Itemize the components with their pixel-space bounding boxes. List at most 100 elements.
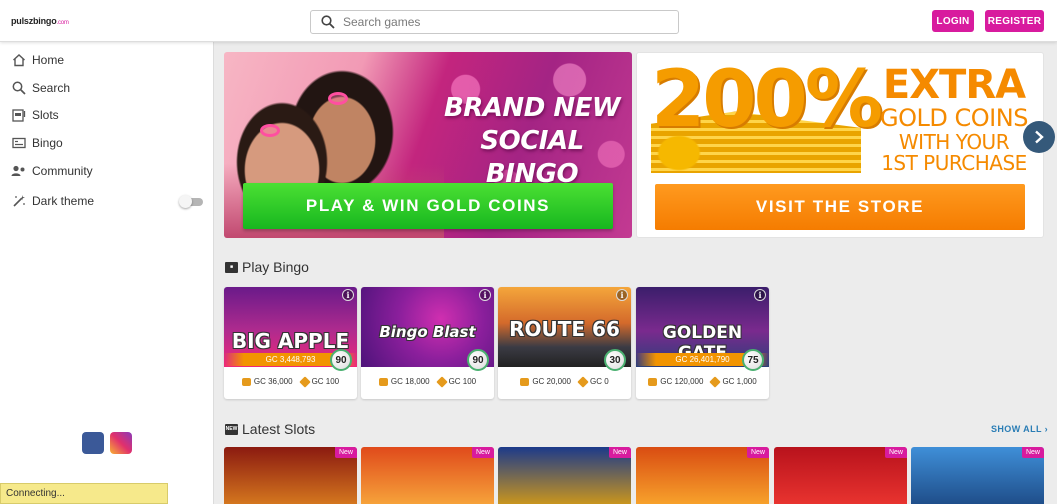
search-input[interactable] bbox=[343, 15, 643, 29]
chevron-right-icon bbox=[1035, 130, 1044, 144]
new-badge: New bbox=[746, 447, 769, 458]
sunglasses-art bbox=[328, 92, 348, 105]
sidebar-item-label: Community bbox=[32, 164, 93, 178]
new-badge: New bbox=[334, 447, 357, 458]
slot-game-card[interactable]: New bbox=[636, 447, 769, 504]
coins-icon bbox=[241, 377, 251, 386]
sidebar-item-community[interactable]: Community bbox=[11, 161, 93, 181]
sidebar-item-dark-theme: Dark theme bbox=[11, 191, 94, 211]
bingo-card-icon bbox=[11, 136, 26, 151]
search-box[interactable] bbox=[310, 10, 679, 34]
show-all-label: SHOW ALL bbox=[991, 424, 1042, 434]
promo-offer-text: EXTRA GOLD COINS WITH YOUR 1ST PURCHASE bbox=[869, 65, 1039, 173]
ball-count-badge: 90 bbox=[330, 349, 352, 371]
room-meta: GC 20,000 GC 0 bbox=[498, 375, 631, 388]
promo-banner-gold-coins[interactable]: 200% EXTRA GOLD COINS WITH YOUR 1ST PURC… bbox=[636, 52, 1044, 238]
sidebar-item-label: Search bbox=[32, 81, 71, 95]
sunglasses-art bbox=[260, 124, 280, 137]
magic-wand-icon bbox=[11, 194, 26, 209]
slot-game-card[interactable]: New bbox=[224, 447, 357, 504]
slot-game-card[interactable]: New bbox=[498, 447, 631, 504]
sidebar-item-label: Bingo bbox=[32, 136, 63, 150]
promo-banner-social-bingo[interactable]: BRAND NEW SOCIAL BINGO PLAY & WIN GOLD C… bbox=[224, 52, 632, 238]
info-icon[interactable]: i bbox=[479, 289, 491, 301]
ball-count-badge: 75 bbox=[742, 349, 764, 371]
sidebar-item-label: Dark theme bbox=[32, 194, 95, 208]
sidebar-item-label: Slots bbox=[32, 108, 59, 122]
facebook-icon[interactable] bbox=[82, 432, 104, 454]
bingo-ticket-icon: ■ bbox=[225, 261, 238, 273]
coins-icon bbox=[648, 377, 658, 386]
section-title-text: Play Bingo bbox=[242, 259, 309, 275]
play-bingo-heading: ■ Play Bingo bbox=[225, 259, 309, 275]
info-icon[interactable]: i bbox=[342, 289, 354, 301]
sidebar: Home Search Slots Bingo Community Dark t… bbox=[0, 42, 214, 504]
room-title: ROUTE 66 bbox=[509, 317, 620, 341]
offer-line: GOLD COINS bbox=[880, 104, 1028, 132]
logo-suffix: .com bbox=[56, 20, 69, 26]
search-icon bbox=[11, 81, 26, 96]
room-ticket-price: GC 100 bbox=[448, 377, 477, 386]
room-ticket-price: GC 1,000 bbox=[722, 377, 757, 386]
room-ticket-price: GC 100 bbox=[311, 377, 340, 386]
slot-game-card[interactable]: New bbox=[361, 447, 494, 504]
new-badge-icon: NEW bbox=[225, 423, 238, 435]
promo-headline: BRAND NEW SOCIAL BINGO bbox=[434, 92, 630, 191]
toggle-knob bbox=[179, 195, 192, 208]
home-icon bbox=[11, 53, 26, 68]
dark-theme-toggle[interactable] bbox=[179, 195, 203, 208]
room-meta: GC 120,000 GC 1,000 bbox=[636, 375, 769, 388]
room-ticket-price: GC 0 bbox=[590, 377, 609, 386]
new-badge: New bbox=[471, 447, 494, 458]
register-button[interactable]: REGISTER bbox=[985, 10, 1044, 32]
logo-name: pulszbingo bbox=[11, 16, 57, 26]
coins-icon bbox=[378, 377, 388, 386]
search-icon bbox=[321, 15, 335, 29]
slot-game-card[interactable]: New bbox=[911, 447, 1044, 504]
bingo-room-card[interactable]: GOLDEN GATE GC 26,401,790 75 i GC 120,00… bbox=[636, 287, 769, 399]
play-win-button[interactable]: PLAY & WIN GOLD COINS bbox=[243, 183, 613, 229]
slot-game-card[interactable]: New bbox=[774, 447, 907, 504]
price-tag-icon bbox=[298, 375, 311, 388]
info-icon[interactable]: i bbox=[754, 289, 766, 301]
info-icon[interactable]: i bbox=[616, 289, 628, 301]
room-prize: GC 18,000 bbox=[390, 377, 430, 386]
top-header: pulszbingo.com LOGIN REGISTER bbox=[0, 0, 1057, 42]
site-logo[interactable]: pulszbingo.com bbox=[11, 16, 69, 26]
bingo-room-card[interactable]: BIG APPLE GC 3,448,793 90 i GC 36,000 GC… bbox=[224, 287, 357, 399]
offer-line: EXTRA bbox=[882, 62, 1026, 108]
promo-percent: 200% bbox=[651, 55, 883, 145]
room-prize: GC 36,000 bbox=[253, 377, 293, 386]
sidebar-item-search[interactable]: Search bbox=[11, 78, 70, 98]
connection-status: Connecting... bbox=[0, 483, 168, 504]
carousel-next-button[interactable] bbox=[1023, 121, 1055, 153]
visit-store-button[interactable]: VISIT THE STORE bbox=[655, 184, 1025, 230]
room-title: Bingo Blast bbox=[379, 323, 476, 341]
instagram-icon[interactable] bbox=[110, 432, 132, 454]
show-all-link[interactable]: SHOW ALL › bbox=[991, 424, 1048, 434]
headline-line: BRAND NEW bbox=[443, 93, 621, 123]
price-tag-icon bbox=[577, 375, 589, 388]
price-tag-icon bbox=[709, 375, 722, 388]
coins-icon bbox=[520, 377, 530, 386]
sidebar-item-label: Home bbox=[32, 53, 65, 67]
section-title-text: Latest Slots bbox=[242, 421, 316, 437]
new-badge: New bbox=[884, 447, 907, 458]
sidebar-item-slots[interactable]: Slots bbox=[11, 105, 59, 125]
offer-line: WITH YOUR bbox=[898, 130, 1010, 154]
sidebar-item-bingo[interactable]: Bingo bbox=[11, 133, 63, 153]
room-prize: GC 20,000 bbox=[532, 377, 572, 386]
price-tag-icon bbox=[435, 375, 448, 388]
room-meta: GC 36,000 GC 100 bbox=[224, 375, 357, 388]
ball-count-badge: 30 bbox=[604, 349, 626, 371]
new-badge: New bbox=[1021, 447, 1044, 458]
bingo-room-card[interactable]: ROUTE 66 30 i GC 20,000 GC 0 bbox=[498, 287, 631, 399]
new-badge: New bbox=[608, 447, 631, 458]
room-prize: GC 120,000 bbox=[660, 377, 704, 386]
latest-slots-heading: NEW Latest Slots bbox=[225, 421, 315, 437]
login-button[interactable]: LOGIN bbox=[932, 10, 974, 32]
bingo-room-card[interactable]: Bingo Blast 90 i GC 18,000 GC 100 bbox=[361, 287, 494, 399]
sidebar-item-home[interactable]: Home bbox=[11, 50, 64, 70]
offer-line: 1ST PURCHASE bbox=[881, 151, 1027, 175]
room-meta: GC 18,000 GC 100 bbox=[361, 375, 494, 388]
